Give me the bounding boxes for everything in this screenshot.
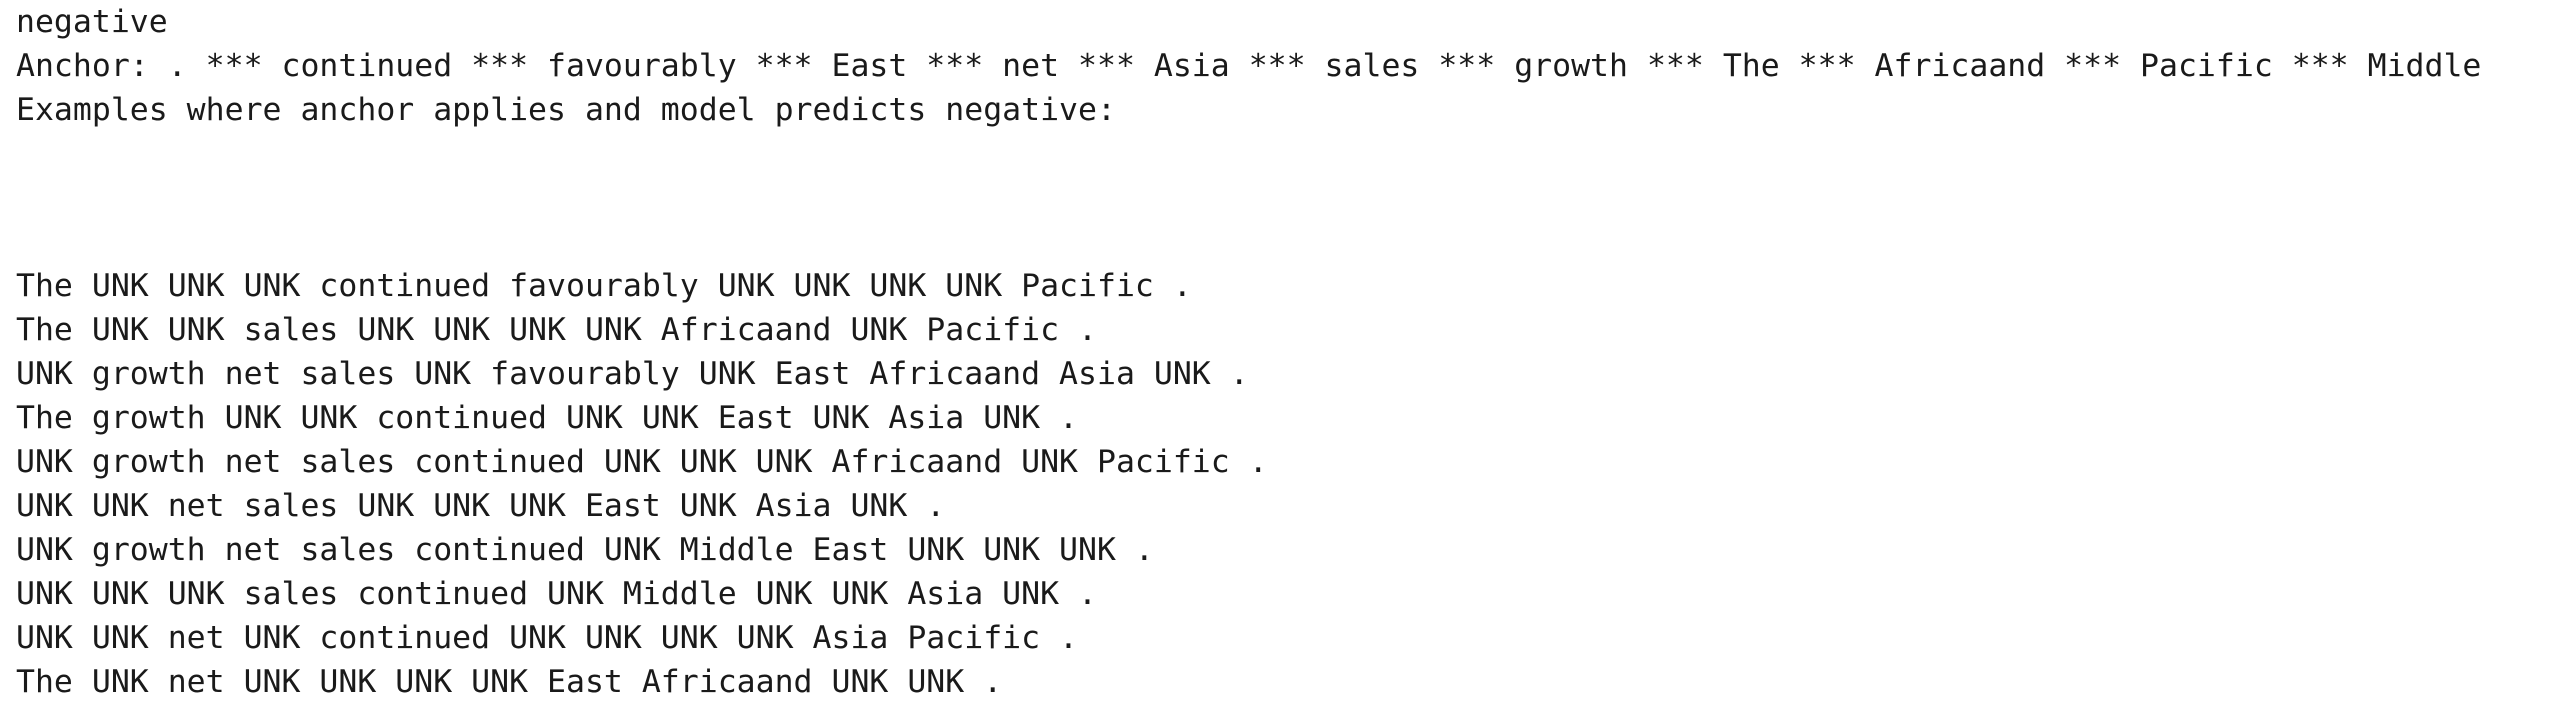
example-line: The growth UNK UNK continued UNK UNK Eas… xyxy=(16,400,1079,436)
example-line: UNK growth net sales UNK favourably UNK … xyxy=(16,356,1249,392)
anchor-line: Anchor: . *** continued *** favourably *… xyxy=(16,48,2482,84)
example-line: UNK UNK net UNK continued UNK UNK UNK UN… xyxy=(16,620,1079,656)
examples-list: The UNK UNK UNK continued favourably UNK… xyxy=(16,264,2536,704)
example-line: The UNK UNK sales UNK UNK UNK UNK Africa… xyxy=(16,312,1097,348)
example-line: The UNK net UNK UNK UNK UNK East Africaa… xyxy=(16,664,1003,700)
examples-header: Examples where anchor applies and model … xyxy=(16,92,1116,128)
example-line: UNK UNK net sales UNK UNK UNK East UNK A… xyxy=(16,488,946,524)
example-line: UNK UNK UNK sales continued UNK Middle U… xyxy=(16,576,1097,612)
example-line: UNK growth net sales continued UNK UNK U… xyxy=(16,444,1268,480)
text-output: negative Anchor: . *** continued *** fav… xyxy=(16,0,2536,704)
prediction-label: negative xyxy=(16,4,168,40)
example-line: UNK growth net sales continued UNK Middl… xyxy=(16,532,1154,568)
example-line: The UNK UNK UNK continued favourably UNK… xyxy=(16,268,1192,304)
blank-space xyxy=(16,132,2536,264)
